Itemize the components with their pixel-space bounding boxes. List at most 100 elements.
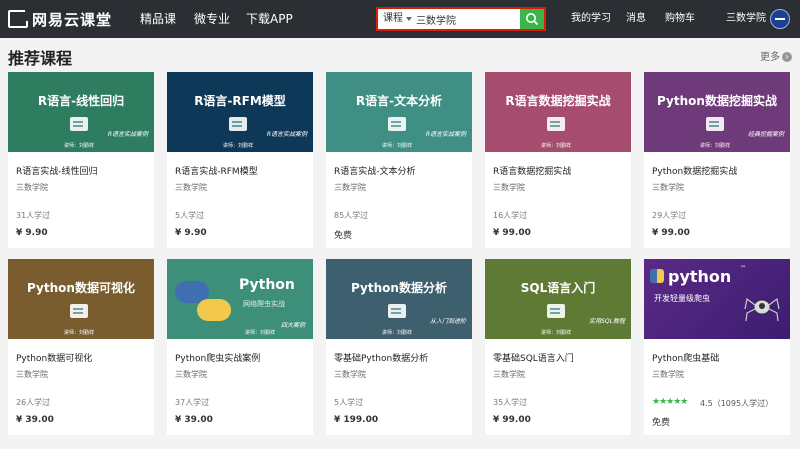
- course-name[interactable]: R语言数据挖掘实战: [493, 164, 571, 177]
- search-button[interactable]: [520, 9, 544, 29]
- nav-my-learning[interactable]: 我的学习: [571, 0, 611, 38]
- course-learners: 31人学过: [16, 211, 51, 220]
- course-cover[interactable]: R语言-RFM模型 R语言实战案例 讲师：刘勤祥: [167, 72, 313, 152]
- course-learners: 37人学过: [175, 398, 210, 407]
- laptop-icon: [388, 304, 406, 318]
- cover-trademark: ™: [740, 265, 746, 272]
- course-learners: 16人学过: [493, 211, 528, 220]
- course-cover[interactable]: SQL语言入门 实用SQL教程 讲师：刘勤祥: [485, 259, 631, 339]
- nav-item-download-app[interactable]: 下载APP: [246, 0, 293, 38]
- cover-title: Python: [239, 277, 295, 293]
- course-learners: 35人学过: [493, 398, 528, 407]
- course-name[interactable]: R语言实战-文本分析: [334, 164, 416, 177]
- cover-tag: 四大案例: [280, 322, 305, 329]
- cover-lecturer: 讲师：刘勤祥: [223, 143, 254, 149]
- nav-item-premium-courses[interactable]: 精品课: [140, 0, 176, 38]
- course-card[interactable]: SQL语言入门 实用SQL教程 讲师：刘勤祥 零基础SQL语言入门 三数学院 3…: [485, 259, 631, 435]
- chart-icon: [229, 117, 247, 131]
- database-icon: [547, 304, 565, 318]
- cover-subtitle: 网络爬虫实战: [243, 300, 285, 308]
- course-cover[interactable]: Python数据分析 从入门到进阶 讲师：刘勤祥: [326, 259, 472, 339]
- course-cover[interactable]: R语言-文本分析 R语言实战案例 讲师：刘勤祥: [326, 72, 472, 152]
- course-cover[interactable]: R语言-线性回归 R语言实战案例 讲师：刘勤祥: [8, 72, 154, 152]
- course-org[interactable]: 三数学院: [16, 182, 48, 193]
- chart-icon: [70, 117, 88, 131]
- cover-title: Python数据分析: [351, 281, 447, 295]
- course-name[interactable]: 零基础SQL语言入门: [493, 351, 574, 364]
- python-logo-icon: [650, 269, 664, 283]
- logo-text: 网易云课堂: [32, 10, 113, 29]
- course-name[interactable]: Python数据挖掘实战: [652, 164, 737, 177]
- course-name[interactable]: Python爬虫基础: [652, 351, 719, 364]
- cover-title: R语言-线性回归: [37, 94, 125, 108]
- course-org[interactable]: 三数学院: [652, 369, 684, 380]
- course-name[interactable]: 零基础Python数据分析: [334, 351, 428, 364]
- logo-icon: [8, 9, 32, 28]
- course-org[interactable]: 三数学院: [652, 182, 684, 193]
- nav-cart[interactable]: 购物车: [665, 0, 695, 38]
- course-cover[interactable]: Python数据可视化 讲师：刘勤祥: [8, 259, 154, 339]
- course-name[interactable]: R语言实战-RFM模型: [175, 164, 258, 177]
- more-label: 更多: [760, 52, 780, 63]
- course-card[interactable]: Python 网络爬虫实战 四大案例 讲师：刘勤祥 Python爬虫实战案例 三…: [167, 259, 313, 435]
- chevron-right-icon: ›: [782, 52, 792, 62]
- cover-lecturer: 讲师：刘勤祥: [382, 143, 413, 149]
- course-card[interactable]: python ™ 开发轻量级爬虫 Python爬虫基础 三数学院 ★★★★★ 4…: [644, 259, 790, 435]
- search-category-select[interactable]: 课程: [383, 9, 403, 29]
- chart-icon: [70, 304, 88, 318]
- cover-title: python: [668, 267, 732, 286]
- course-price: ¥ 99.00: [493, 415, 531, 425]
- course-name[interactable]: R语言实战-线性回归: [16, 164, 98, 177]
- search-input[interactable]: [416, 10, 516, 28]
- course-name[interactable]: Python数据可视化: [16, 351, 92, 364]
- cover-title: Python数据可视化: [27, 281, 135, 295]
- cover-title: R语言数据挖掘实战: [505, 94, 611, 108]
- course-card[interactable]: R语言数据挖掘实战 讲师：刘勤祥 R语言数据挖掘实战 三数学院 16人学过 ¥ …: [485, 72, 631, 248]
- more-link[interactable]: 更多 ›: [760, 48, 792, 63]
- course-cover[interactable]: Python数据挖掘实战 经典挖掘案例 讲师：刘勤祥: [644, 72, 790, 152]
- search-icon: [526, 13, 539, 26]
- top-navigation-bar: 网易云课堂 精品课 微专业 下载APP 课程 我的学习 消息 购物车 三数学院: [0, 0, 800, 38]
- chevron-down-icon[interactable]: [406, 17, 412, 21]
- course-card[interactable]: Python数据可视化 讲师：刘勤祥 Python数据可视化 三数学院 26人学…: [8, 259, 154, 435]
- course-price: ¥ 99.00: [493, 228, 531, 238]
- course-price: ¥ 39.00: [16, 415, 54, 425]
- course-cover[interactable]: python ™ 开发轻量级爬虫: [644, 259, 790, 339]
- cover-subtitle: 从入门到进阶: [429, 318, 466, 325]
- course-price: ¥ 99.00: [652, 228, 690, 238]
- cover-subtitle: 开发轻量级爬虫: [654, 294, 710, 303]
- course-org[interactable]: 三数学院: [493, 369, 525, 380]
- course-cover[interactable]: Python 网络爬虫实战 四大案例 讲师：刘勤祥: [167, 259, 313, 339]
- course-org[interactable]: 三数学院: [334, 369, 366, 380]
- course-learners: 85人学过: [334, 211, 369, 220]
- course-card[interactable]: R语言-RFM模型 R语言实战案例 讲师：刘勤祥 R语言实战-RFM模型 三数学…: [167, 72, 313, 248]
- site-logo[interactable]: 网易云课堂: [8, 8, 112, 30]
- course-cover[interactable]: R语言数据挖掘实战 讲师：刘勤祥: [485, 72, 631, 152]
- course-org[interactable]: 三数学院: [175, 182, 207, 193]
- search-box: 课程: [376, 7, 546, 31]
- course-org[interactable]: 三数学院: [16, 369, 48, 380]
- avatar[interactable]: [770, 9, 790, 29]
- course-card[interactable]: Python数据分析 从入门到进阶 讲师：刘勤祥 零基础Python数据分析 三…: [326, 259, 472, 435]
- cover-subtitle: 经典挖掘案例: [747, 131, 784, 138]
- cover-title: R语言-RFM模型: [194, 94, 286, 108]
- course-card[interactable]: Python数据挖掘实战 经典挖掘案例 讲师：刘勤祥 Python数据挖掘实战 …: [644, 72, 790, 248]
- course-price: 免费: [334, 231, 353, 241]
- course-org[interactable]: 三数学院: [334, 182, 366, 193]
- course-price: ¥ 9.90: [175, 228, 207, 238]
- course-org[interactable]: 三数学院: [493, 182, 525, 193]
- course-name[interactable]: Python爬虫实战案例: [175, 351, 260, 364]
- cover-title: SQL语言入门: [520, 281, 596, 295]
- course-price: 免费: [652, 418, 671, 428]
- course-price: ¥ 199.00: [334, 415, 379, 425]
- nav-item-micro-major[interactable]: 微专业: [194, 0, 230, 38]
- course-card[interactable]: R语言-线性回归 R语言实战案例 讲师：刘勤祥 R语言实战-线性回归 三数学院 …: [8, 72, 154, 248]
- magnifier-icon: [388, 117, 406, 131]
- course-card[interactable]: R语言-文本分析 R语言实战案例 讲师：刘勤祥 R语言实战-文本分析 三数学院 …: [326, 72, 472, 248]
- nav-messages[interactable]: 消息: [626, 0, 646, 38]
- nav-username[interactable]: 三数学院: [726, 0, 766, 38]
- cover-lecturer: 讲师：刘勤祥: [245, 330, 276, 336]
- course-org[interactable]: 三数学院: [175, 369, 207, 380]
- cover-lecturer: 讲师：刘勤祥: [382, 330, 413, 336]
- spider-icon: [744, 297, 780, 322]
